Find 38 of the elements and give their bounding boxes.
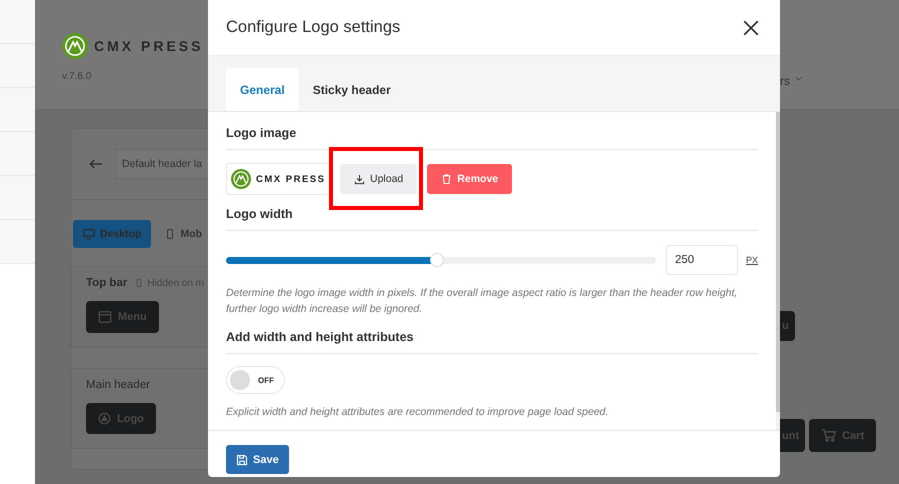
window-icon — [98, 310, 112, 324]
download-icon — [354, 174, 365, 184]
tab[interactable]: Sticky header — [298, 68, 405, 111]
trash-icon — [441, 173, 452, 185]
device-tab[interactable]: Desktop — [73, 220, 152, 248]
section-title: Logo width — [226, 207, 758, 231]
close-icon — [742, 19, 760, 37]
section-title: Logo image — [226, 126, 758, 150]
dialog-title: Configure Logo settings — [226, 18, 400, 37]
row-title: Main header — [86, 379, 151, 391]
slider-handle[interactable] — [430, 252, 444, 266]
version-label: v.7.6.0 — [62, 71, 92, 82]
logo-preview: CMX PRESS — [226, 163, 330, 195]
help-text: Determine the logo image width in pixels. If the overall image aspect ratio is larger than the header row height, further logo width increase will be ignored. — [226, 286, 738, 317]
logo-mark-icon — [62, 33, 88, 59]
logo-mark-icon — [231, 169, 251, 189]
layout-name-field[interactable]: Default header la — [115, 149, 208, 179]
unit-label[interactable]: PX — [746, 255, 758, 265]
phone-icon — [165, 228, 176, 240]
brand-name: CMX PRESS — [94, 38, 204, 54]
tab[interactable]: General — [226, 68, 299, 111]
floppy-icon — [236, 454, 248, 466]
phone-icon — [135, 278, 144, 288]
circle-logo-icon — [98, 412, 111, 425]
cart-icon — [821, 428, 836, 443]
scrollbar[interactable] — [776, 112, 780, 430]
menu-label[interactable]: rs — [780, 74, 790, 109]
device-tab[interactable]: Mob — [155, 220, 212, 248]
width-input[interactable]: 250 — [666, 245, 738, 275]
monitor-icon — [83, 228, 95, 240]
remove-button[interactable]: Remove — [427, 164, 512, 194]
save-button[interactable]: Save — [226, 445, 289, 474]
close-button[interactable] — [742, 19, 760, 37]
section-title: Add width and height attributes — [226, 330, 758, 354]
toggle-switch[interactable]: OFF — [226, 366, 285, 394]
help-text: Explicit width and height attributes are recommended to improve page load speed. — [226, 405, 610, 420]
row-title: Top bar — [86, 277, 128, 289]
upload-button[interactable]: Upload — [340, 164, 418, 194]
